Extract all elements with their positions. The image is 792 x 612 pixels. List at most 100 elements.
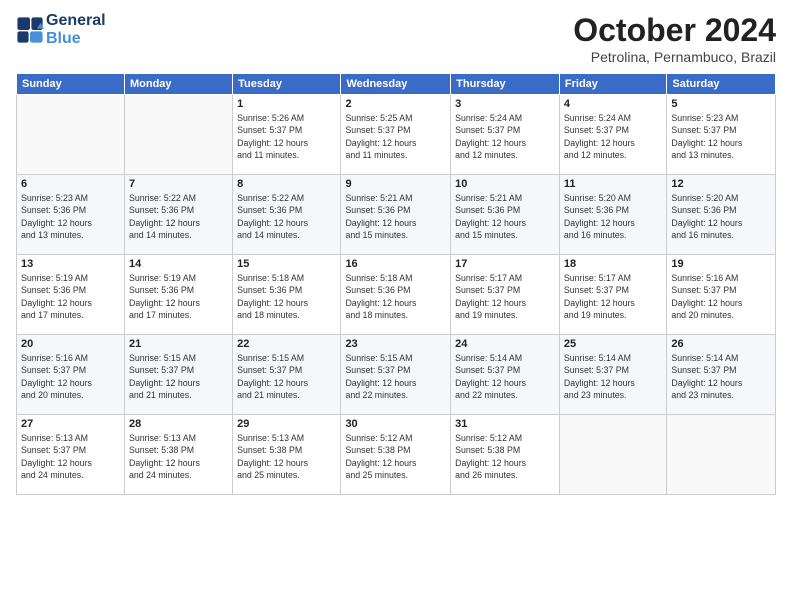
day-number: 20 (21, 338, 120, 350)
day-content: Sunrise: 5:16 AMSunset: 5:37 PMDaylight:… (671, 272, 771, 321)
calendar-cell: 19Sunrise: 5:16 AMSunset: 5:37 PMDayligh… (667, 255, 776, 335)
day-content: Sunrise: 5:23 AMSunset: 5:37 PMDaylight:… (671, 112, 771, 161)
day-number: 21 (129, 338, 228, 350)
week-row-1: 6 Sunrise: 5:23 AMSunset: 5:36 PMDaylight… (17, 175, 776, 255)
week-row-4: 27 Sunrise: 5:13 AMSunset: 5:37 PMDayligh… (17, 415, 776, 495)
day-number: 23 (345, 338, 446, 350)
calendar-cell: 6 Sunrise: 5:23 AMSunset: 5:36 PMDaylight… (17, 175, 125, 255)
day-content: Sunrise: 5:13 AMSunset: 5:37 PMDaylight:… (21, 432, 120, 481)
calendar-cell: 13 Sunrise: 5:19 AMSunset: 5:36 PMDayligh… (17, 255, 125, 335)
day-content: Sunrise: 5:19 AMSunset: 5:36 PMDaylight:… (21, 272, 120, 321)
calendar-cell: 14 Sunrise: 5:19 AMSunset: 5:36 PMDayligh… (124, 255, 232, 335)
calendar-cell: 3 Sunrise: 5:24 AMSunset: 5:37 PMDaylight… (451, 95, 560, 175)
calendar-cell: 18 Sunrise: 5:17 AMSunset: 5:37 PMDayligh… (559, 255, 666, 335)
calendar-cell: 28 Sunrise: 5:13 AMSunset: 5:38 PMDayligh… (124, 415, 232, 495)
day-number: 22 (237, 338, 336, 350)
day-number: 5 (671, 98, 771, 110)
day-number: 28 (129, 418, 228, 430)
day-content: Sunrise: 5:16 AMSunset: 5:37 PMDaylight:… (21, 352, 120, 401)
logo-icon (16, 16, 44, 44)
day-number: 6 (21, 178, 120, 190)
day-number: 14 (129, 258, 228, 270)
col-thursday: Thursday (451, 74, 560, 95)
calendar-cell: 16 Sunrise: 5:18 AMSunset: 5:36 PMDayligh… (341, 255, 451, 335)
calendar-cell: 12Sunrise: 5:20 AMSunset: 5:36 PMDayligh… (667, 175, 776, 255)
calendar-cell: 8Sunrise: 5:22 AMSunset: 5:36 PMDaylight… (233, 175, 341, 255)
day-number: 7 (129, 178, 228, 190)
month-title: October 2024 (573, 12, 776, 49)
day-content: Sunrise: 5:15 AMSunset: 5:37 PMDaylight:… (345, 352, 446, 401)
day-content: Sunrise: 5:22 AMSunset: 5:36 PMDaylight:… (237, 192, 336, 241)
day-content: Sunrise: 5:21 AMSunset: 5:36 PMDaylight:… (345, 192, 446, 241)
calendar-cell (559, 415, 666, 495)
day-number: 31 (455, 418, 555, 430)
day-content: Sunrise: 5:20 AMSunset: 5:36 PMDaylight:… (564, 192, 662, 241)
logo: General Blue (16, 12, 106, 47)
day-number: 18 (564, 258, 662, 270)
day-content: Sunrise: 5:14 AMSunset: 5:37 PMDaylight:… (455, 352, 555, 401)
calendar-cell (667, 415, 776, 495)
col-wednesday: Wednesday (341, 74, 451, 95)
day-number: 10 (455, 178, 555, 190)
day-number: 13 (21, 258, 120, 270)
day-number: 27 (21, 418, 120, 430)
week-row-2: 13 Sunrise: 5:19 AMSunset: 5:36 PMDayligh… (17, 255, 776, 335)
day-number: 16 (345, 258, 446, 270)
day-content: Sunrise: 5:15 AMSunset: 5:37 PMDaylight:… (129, 352, 228, 401)
day-content: Sunrise: 5:25 AMSunset: 5:37 PMDaylight:… (345, 112, 446, 161)
day-content: Sunrise: 5:14 AMSunset: 5:37 PMDaylight:… (564, 352, 662, 401)
calendar-cell: 31 Sunrise: 5:12 AMSunset: 5:38 PMDayligh… (451, 415, 560, 495)
calendar-cell: 20 Sunrise: 5:16 AMSunset: 5:37 PMDayligh… (17, 335, 125, 415)
header-row: Sunday Monday Tuesday Wednesday Thursday… (17, 74, 776, 95)
calendar-cell (17, 95, 125, 175)
day-content: Sunrise: 5:14 AMSunset: 5:37 PMDaylight:… (671, 352, 771, 401)
calendar-cell: 9 Sunrise: 5:21 AMSunset: 5:36 PMDaylight… (341, 175, 451, 255)
logo-text: General Blue (46, 12, 106, 47)
calendar-cell: 1 Sunrise: 5:26 AMSunset: 5:37 PMDaylight… (233, 95, 341, 175)
day-content: Sunrise: 5:13 AMSunset: 5:38 PMDaylight:… (129, 432, 228, 481)
day-content: Sunrise: 5:19 AMSunset: 5:36 PMDaylight:… (129, 272, 228, 321)
calendar-cell (124, 95, 232, 175)
day-number: 3 (455, 98, 555, 110)
day-content: Sunrise: 5:13 AMSunset: 5:38 PMDaylight:… (237, 432, 336, 481)
day-number: 1 (237, 98, 336, 110)
col-saturday: Saturday (667, 74, 776, 95)
calendar-cell: 15Sunrise: 5:18 AMSunset: 5:36 PMDayligh… (233, 255, 341, 335)
day-content: Sunrise: 5:17 AMSunset: 5:37 PMDaylight:… (564, 272, 662, 321)
day-content: Sunrise: 5:24 AMSunset: 5:37 PMDaylight:… (564, 112, 662, 161)
calendar-cell: 5 Sunrise: 5:23 AMSunset: 5:37 PMDaylight… (667, 95, 776, 175)
day-content: Sunrise: 5:21 AMSunset: 5:36 PMDaylight:… (455, 192, 555, 241)
calendar-cell: 22 Sunrise: 5:15 AMSunset: 5:37 PMDayligh… (233, 335, 341, 415)
calendar-cell: 10 Sunrise: 5:21 AMSunset: 5:36 PMDayligh… (451, 175, 560, 255)
day-number: 11 (564, 178, 662, 190)
day-content: Sunrise: 5:17 AMSunset: 5:37 PMDaylight:… (455, 272, 555, 321)
day-number: 2 (345, 98, 446, 110)
calendar-table: Sunday Monday Tuesday Wednesday Thursday… (16, 73, 776, 495)
col-monday: Monday (124, 74, 232, 95)
day-content: Sunrise: 5:12 AMSunset: 5:38 PMDaylight:… (455, 432, 555, 481)
col-tuesday: Tuesday (233, 74, 341, 95)
day-content: Sunrise: 5:15 AMSunset: 5:37 PMDaylight:… (237, 352, 336, 401)
day-number: 26 (671, 338, 771, 350)
page: General Blue October 2024 Petrolina, Per… (0, 0, 792, 612)
day-content: Sunrise: 5:18 AMSunset: 5:36 PMDaylight:… (345, 272, 446, 321)
day-content: Sunrise: 5:20 AMSunset: 5:36 PMDaylight:… (671, 192, 771, 241)
calendar-cell: 30Sunrise: 5:12 AMSunset: 5:38 PMDayligh… (341, 415, 451, 495)
day-number: 4 (564, 98, 662, 110)
col-sunday: Sunday (17, 74, 125, 95)
header: General Blue October 2024 Petrolina, Per… (16, 12, 776, 65)
calendar-cell: 27 Sunrise: 5:13 AMSunset: 5:37 PMDayligh… (17, 415, 125, 495)
day-content: Sunrise: 5:12 AMSunset: 5:38 PMDaylight:… (345, 432, 446, 481)
day-number: 9 (345, 178, 446, 190)
day-content: Sunrise: 5:22 AMSunset: 5:36 PMDaylight:… (129, 192, 228, 241)
calendar-cell: 11 Sunrise: 5:20 AMSunset: 5:36 PMDayligh… (559, 175, 666, 255)
calendar-cell: 7 Sunrise: 5:22 AMSunset: 5:36 PMDaylight… (124, 175, 232, 255)
calendar-cell: 17Sunrise: 5:17 AMSunset: 5:37 PMDayligh… (451, 255, 560, 335)
day-content: Sunrise: 5:23 AMSunset: 5:36 PMDaylight:… (21, 192, 120, 241)
week-row-3: 20 Sunrise: 5:16 AMSunset: 5:37 PMDayligh… (17, 335, 776, 415)
day-content: Sunrise: 5:24 AMSunset: 5:37 PMDaylight:… (455, 112, 555, 161)
day-number: 29 (237, 418, 336, 430)
calendar-cell: 4 Sunrise: 5:24 AMSunset: 5:37 PMDaylight… (559, 95, 666, 175)
day-content: Sunrise: 5:26 AMSunset: 5:37 PMDaylight:… (237, 112, 336, 161)
day-number: 24 (455, 338, 555, 350)
